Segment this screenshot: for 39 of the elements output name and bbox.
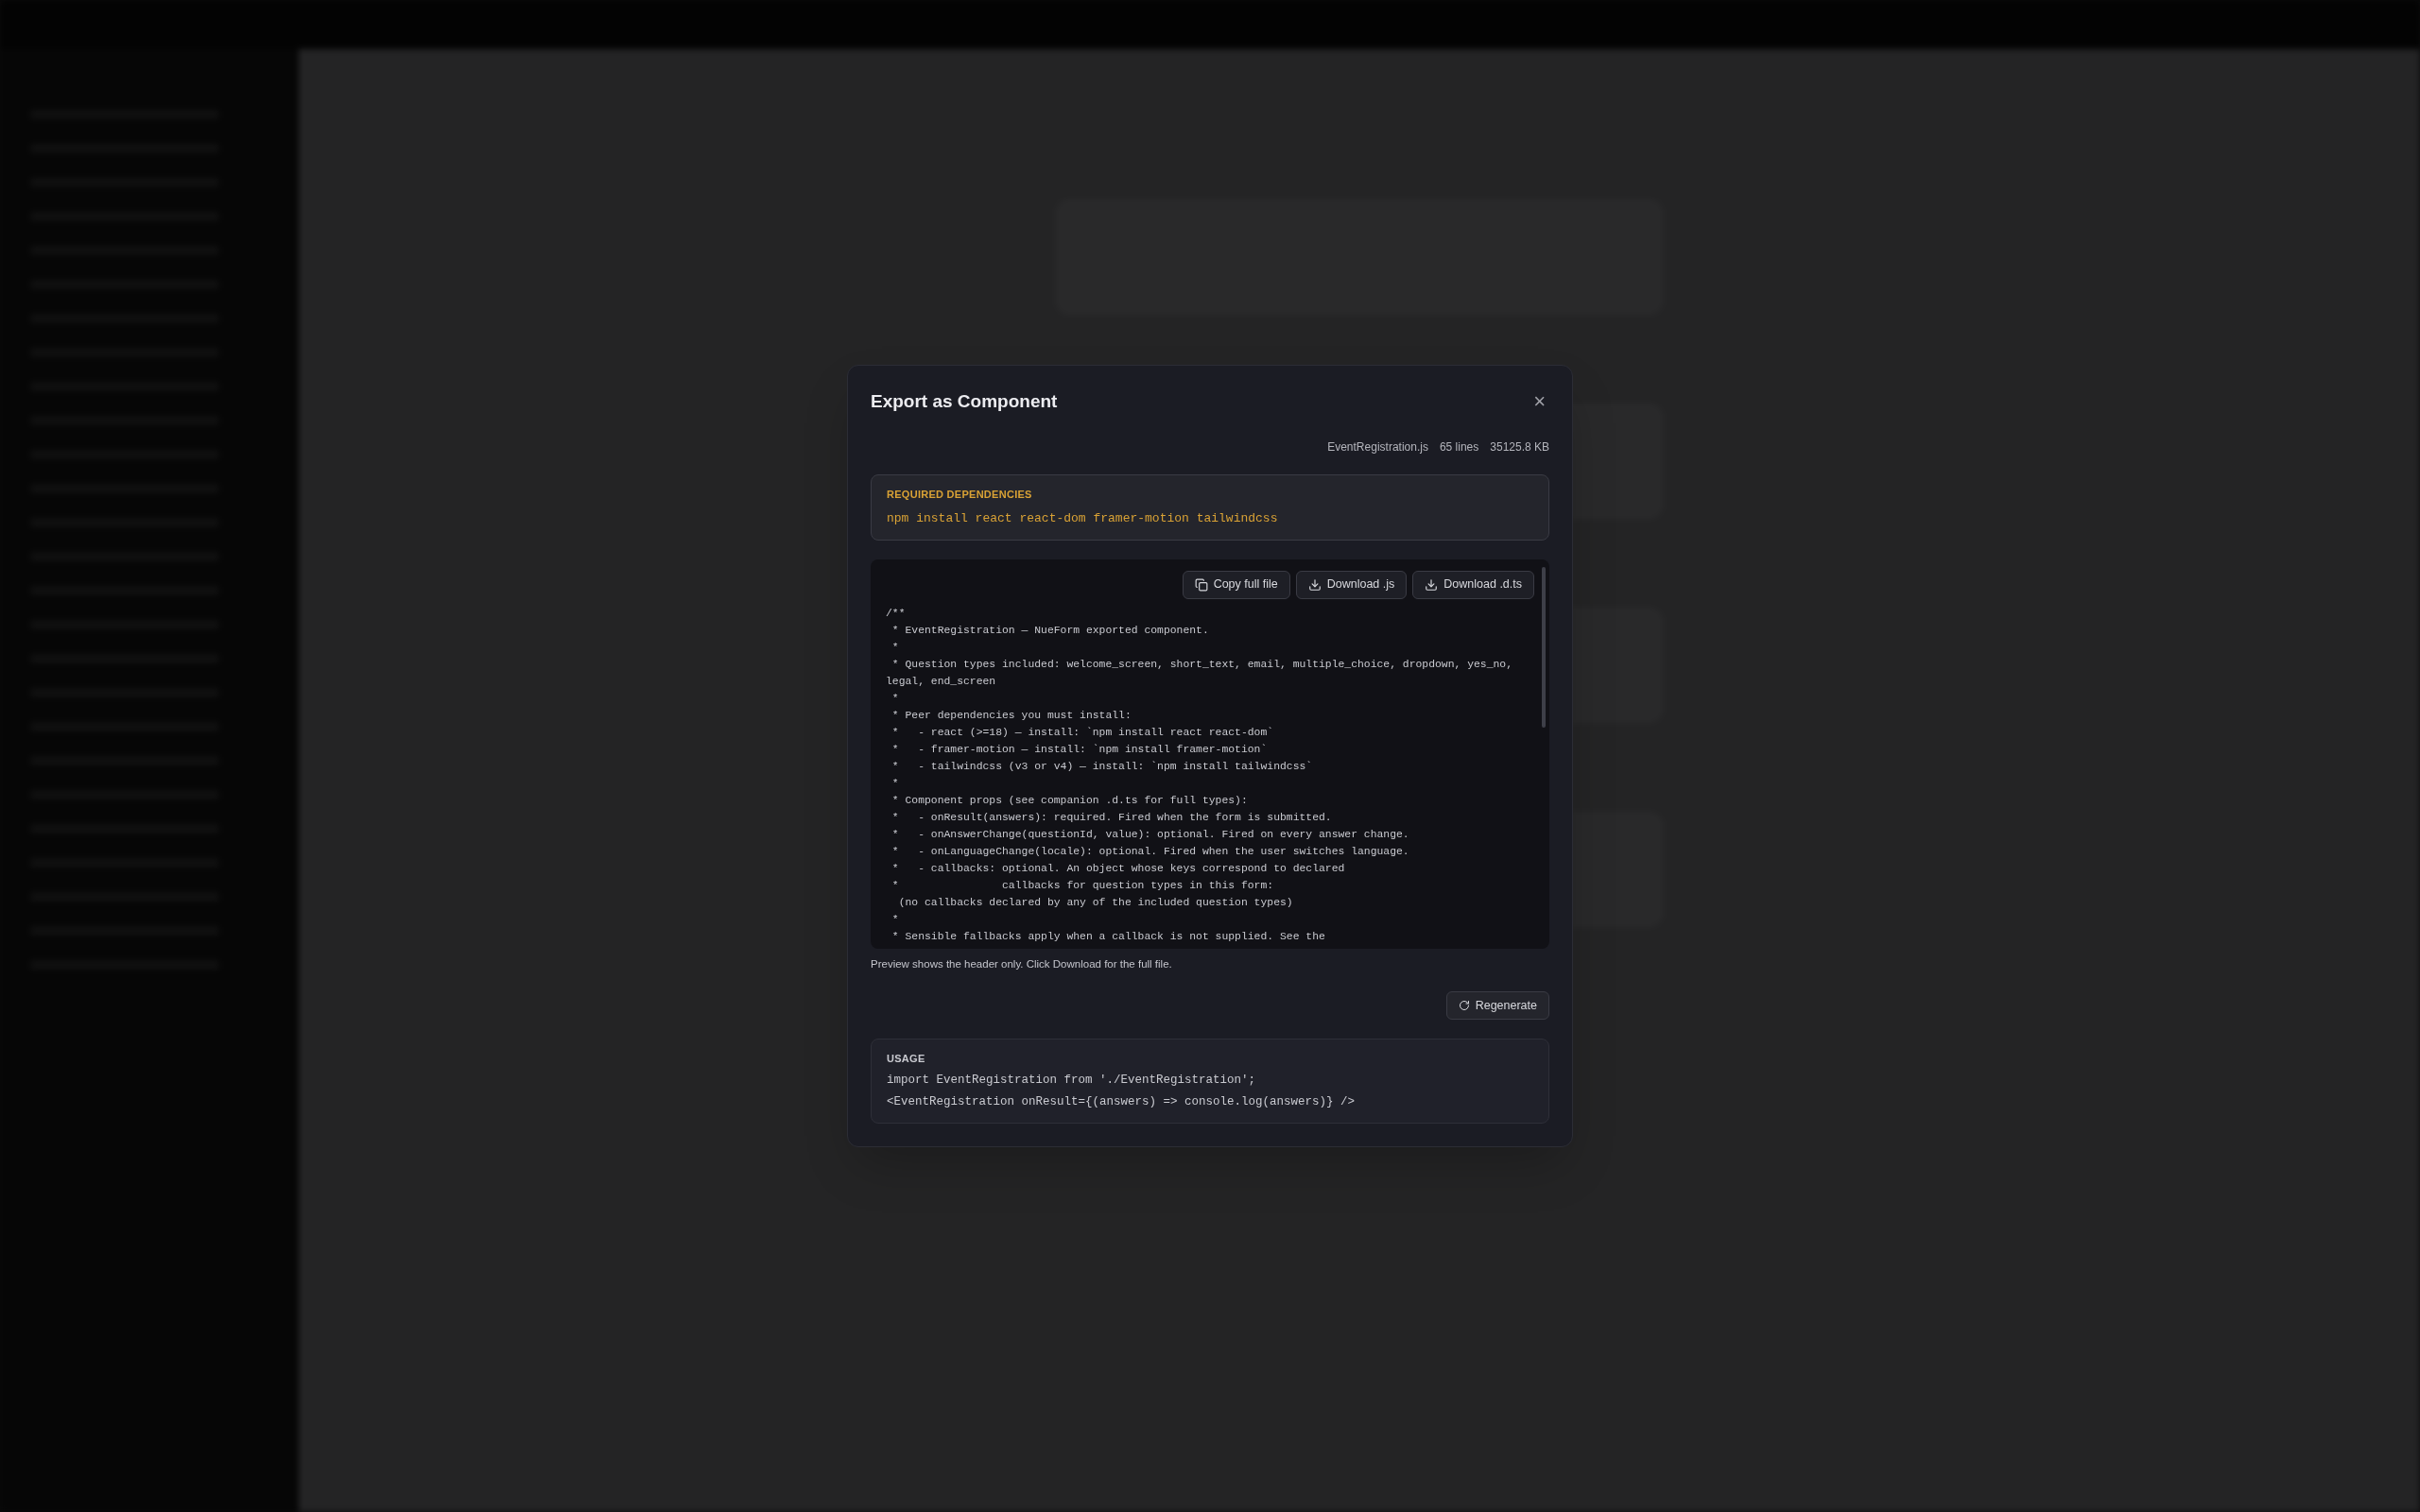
usage-label: USAGE xyxy=(887,1051,926,1066)
code-line: * - onResult(answers): required. Fired when the form is submitted. xyxy=(890,810,1332,825)
download-button[interactable]: Download .js xyxy=(1295,570,1408,599)
download-icon xyxy=(1425,577,1439,592)
code-line: * - framer-motion — install: `npm install framer-motion` xyxy=(890,742,1268,757)
code-line: legal, end_screen xyxy=(886,674,996,689)
code-line: * Sensible fallbacks apply when a callback is not supplied. See the xyxy=(890,929,1325,944)
code-line: * - onLanguageChange(locale): optional. Fired when the user switches language. xyxy=(890,844,1409,859)
code-line: * callbacks for question types in this form: xyxy=(890,878,1274,893)
code-line: * xyxy=(890,776,899,791)
code-line: * xyxy=(890,691,899,706)
code-line: (no callbacks declared by any of the included question types) xyxy=(897,895,1293,910)
file-meta-text: EventRegistration.js xyxy=(1327,438,1428,455)
code-line: * - callbacks: optional. An object whose keys correspond to declared xyxy=(890,861,1345,876)
usage-code-line: import EventRegistration from './EventRegistration'; xyxy=(887,1073,1256,1090)
install-command: npm install react react-dom framer-motion tailwindcss xyxy=(887,510,1279,528)
code-line: * xyxy=(890,640,899,655)
code-line: * xyxy=(890,912,899,927)
code-line: * EventRegistration — NueForm exported component. xyxy=(890,623,1209,638)
dialog-title: Export as Component xyxy=(871,390,1058,414)
copy-icon xyxy=(1194,577,1208,592)
dependencies-label: REQUIRED DEPENDENCIES xyxy=(887,487,1033,502)
usage-code-line: <EventRegistration onResult={(answers) => console.log(answers)} /> xyxy=(887,1094,1356,1111)
code-line: * Component props (see companion .d.ts for full types): xyxy=(890,793,1248,808)
code-line: * Peer dependencies you must install: xyxy=(890,708,1132,723)
download-icon xyxy=(1307,577,1322,592)
copy-file-button[interactable]: Copy full file xyxy=(1182,570,1290,599)
file-meta-text: 65 lines xyxy=(1439,438,1479,455)
code-line: * - onAnswerChange(questionId, value): optional. Fired on every answer change. xyxy=(890,827,1409,842)
preview-note: Preview shows the header only. Click Download for the full file. xyxy=(871,956,1173,971)
code-line: * - react (>=18) — install: `npm install react react-dom` xyxy=(890,725,1274,740)
close-button[interactable]: × xyxy=(1530,391,1549,413)
code-line: /** xyxy=(886,606,906,621)
refresh-icon xyxy=(1458,999,1470,1011)
code-line: * - tailwindcss (v3 or v4) — install: `npm install tailwindcss` xyxy=(890,759,1313,774)
regenerate-button[interactable]: Regenerate xyxy=(1445,990,1549,1020)
code-line: * Question types included: welcome_screen, short_text, email, multiple_choice, dropdown, yes_no, xyxy=(890,657,1513,672)
download-button[interactable]: Download .d.ts xyxy=(1412,570,1534,599)
file-meta-text: 35125.8 KB xyxy=(1490,438,1549,455)
